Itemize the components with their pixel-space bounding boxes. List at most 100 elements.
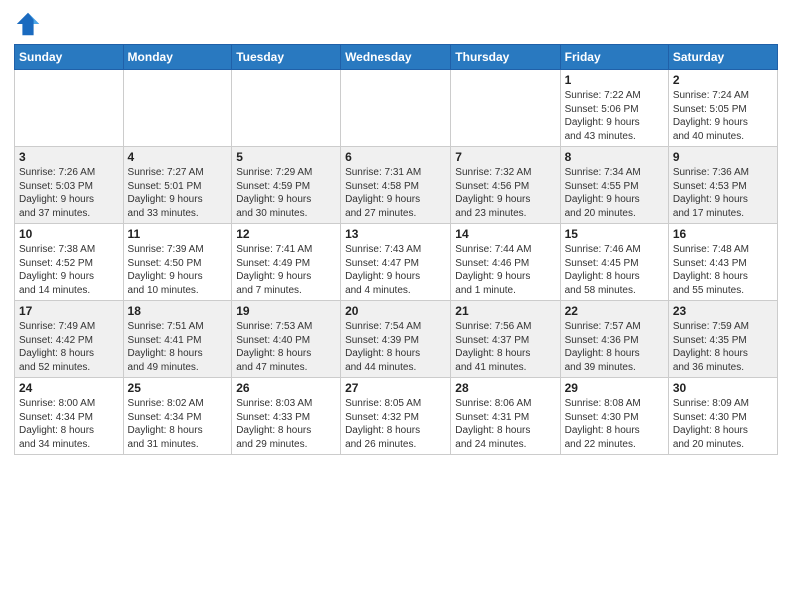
day-number: 24 (19, 381, 119, 395)
day-info: Sunrise: 7:43 AM Sunset: 4:47 PM Dayligh… (345, 243, 446, 297)
calendar-cell: 1 Sunrise: 7:22 AM Sunset: 5:06 PM Daylig… (560, 70, 668, 147)
day-info: Sunrise: 7:56 AM Sunset: 4:37 PM Dayligh… (455, 320, 555, 374)
calendar-cell: 30 Sunrise: 8:09 AM Sunset: 4:30 PM Dayli… (668, 378, 777, 455)
day-number: 28 (455, 381, 555, 395)
weekday-friday: Friday (560, 45, 668, 70)
calendar-cell: 17 Sunrise: 7:49 AM Sunset: 4:42 PM Dayli… (15, 301, 124, 378)
calendar-cell: 9 Sunrise: 7:36 AM Sunset: 4:53 PM Daylig… (668, 147, 777, 224)
day-info: Sunrise: 7:41 AM Sunset: 4:49 PM Dayligh… (236, 243, 336, 297)
calendar-cell (451, 70, 560, 147)
day-info: Sunrise: 8:00 AM Sunset: 4:34 PM Dayligh… (19, 397, 119, 451)
day-info: Sunrise: 7:32 AM Sunset: 4:56 PM Dayligh… (455, 166, 555, 220)
calendar-cell (232, 70, 341, 147)
calendar-cell: 16 Sunrise: 7:48 AM Sunset: 4:43 PM Dayli… (668, 224, 777, 301)
calendar-cell (15, 70, 124, 147)
day-number: 7 (455, 150, 555, 164)
calendar-cell: 4 Sunrise: 7:27 AM Sunset: 5:01 PM Daylig… (123, 147, 232, 224)
day-number: 23 (673, 304, 773, 318)
weekday-monday: Monday (123, 45, 232, 70)
calendar-row-4: 24 Sunrise: 8:00 AM Sunset: 4:34 PM Dayli… (15, 378, 778, 455)
day-info: Sunrise: 7:27 AM Sunset: 5:01 PM Dayligh… (128, 166, 228, 220)
day-number: 6 (345, 150, 446, 164)
calendar-cell: 20 Sunrise: 7:54 AM Sunset: 4:39 PM Dayli… (341, 301, 451, 378)
day-number: 3 (19, 150, 119, 164)
calendar-row-3: 17 Sunrise: 7:49 AM Sunset: 4:42 PM Dayli… (15, 301, 778, 378)
day-number: 20 (345, 304, 446, 318)
day-number: 9 (673, 150, 773, 164)
day-info: Sunrise: 8:05 AM Sunset: 4:32 PM Dayligh… (345, 397, 446, 451)
day-info: Sunrise: 7:31 AM Sunset: 4:58 PM Dayligh… (345, 166, 446, 220)
calendar-cell: 25Sunrise: 8:02 AM Sunset: 4:34 PM Dayli… (123, 378, 232, 455)
calendar-row-1: 3Sunrise: 7:26 AM Sunset: 5:03 PM Daylig… (15, 147, 778, 224)
day-number: 19 (236, 304, 336, 318)
day-number: 8 (565, 150, 664, 164)
day-number: 14 (455, 227, 555, 241)
day-info: Sunrise: 7:29 AM Sunset: 4:59 PM Dayligh… (236, 166, 336, 220)
calendar-cell: 24 Sunrise: 8:00 AM Sunset: 4:34 PM Dayli… (15, 378, 124, 455)
day-number: 1 (565, 73, 664, 87)
calendar: SundayMondayTuesdayWednesdayThursdayFrid… (14, 44, 778, 455)
day-info: Sunrise: 7:22 AM Sunset: 5:06 PM Dayligh… (565, 89, 664, 143)
day-info: Sunrise: 7:49 AM Sunset: 4:42 PM Dayligh… (19, 320, 119, 374)
day-info: Sunrise: 8:03 AM Sunset: 4:33 PM Dayligh… (236, 397, 336, 451)
day-number: 2 (673, 73, 773, 87)
day-info: Sunrise: 7:54 AM Sunset: 4:39 PM Dayligh… (345, 320, 446, 374)
page: SundayMondayTuesdayWednesdayThursdayFrid… (0, 0, 792, 612)
calendar-cell: 18 Sunrise: 7:51 AM Sunset: 4:41 PM Dayli… (123, 301, 232, 378)
weekday-tuesday: Tuesday (232, 45, 341, 70)
calendar-cell: 7 Sunrise: 7:32 AM Sunset: 4:56 PM Daylig… (451, 147, 560, 224)
calendar-cell: 8 Sunrise: 7:34 AM Sunset: 4:55 PM Daylig… (560, 147, 668, 224)
day-info: Sunrise: 7:24 AM Sunset: 5:05 PM Dayligh… (673, 89, 773, 143)
calendar-cell: 19Sunrise: 7:53 AM Sunset: 4:40 PM Dayli… (232, 301, 341, 378)
day-number: 4 (128, 150, 228, 164)
calendar-cell: 15 Sunrise: 7:46 AM Sunset: 4:45 PM Dayli… (560, 224, 668, 301)
day-number: 12 (236, 227, 336, 241)
weekday-wednesday: Wednesday (341, 45, 451, 70)
day-number: 30 (673, 381, 773, 395)
day-info: Sunrise: 7:51 AM Sunset: 4:41 PM Dayligh… (128, 320, 228, 374)
calendar-cell: 2 Sunrise: 7:24 AM Sunset: 5:05 PM Daylig… (668, 70, 777, 147)
calendar-row-2: 10 Sunrise: 7:38 AM Sunset: 4:52 PM Dayli… (15, 224, 778, 301)
calendar-cell: 14 Sunrise: 7:44 AM Sunset: 4:46 PM Dayli… (451, 224, 560, 301)
calendar-cell: 3Sunrise: 7:26 AM Sunset: 5:03 PM Daylig… (15, 147, 124, 224)
day-info: Sunrise: 7:39 AM Sunset: 4:50 PM Dayligh… (128, 243, 228, 297)
header (14, 10, 778, 38)
day-number: 26 (236, 381, 336, 395)
calendar-cell: 12 Sunrise: 7:41 AM Sunset: 4:49 PM Dayli… (232, 224, 341, 301)
calendar-row-0: 1 Sunrise: 7:22 AM Sunset: 5:06 PM Daylig… (15, 70, 778, 147)
day-info: Sunrise: 7:46 AM Sunset: 4:45 PM Dayligh… (565, 243, 664, 297)
day-number: 18 (128, 304, 228, 318)
day-number: 15 (565, 227, 664, 241)
weekday-sunday: Sunday (15, 45, 124, 70)
day-number: 25 (128, 381, 228, 395)
weekday-thursday: Thursday (451, 45, 560, 70)
calendar-cell: 11 Sunrise: 7:39 AM Sunset: 4:50 PM Dayli… (123, 224, 232, 301)
calendar-cell (123, 70, 232, 147)
day-info: Sunrise: 8:08 AM Sunset: 4:30 PM Dayligh… (565, 397, 664, 451)
logo (14, 10, 46, 38)
calendar-cell: 28 Sunrise: 8:06 AM Sunset: 4:31 PM Dayli… (451, 378, 560, 455)
calendar-cell: 23 Sunrise: 7:59 AM Sunset: 4:35 PM Dayli… (668, 301, 777, 378)
day-number: 21 (455, 304, 555, 318)
day-number: 11 (128, 227, 228, 241)
calendar-cell (341, 70, 451, 147)
day-info: Sunrise: 8:09 AM Sunset: 4:30 PM Dayligh… (673, 397, 773, 451)
day-info: Sunrise: 7:59 AM Sunset: 4:35 PM Dayligh… (673, 320, 773, 374)
calendar-cell: 6 Sunrise: 7:31 AM Sunset: 4:58 PM Daylig… (341, 147, 451, 224)
day-info: Sunrise: 7:57 AM Sunset: 4:36 PM Dayligh… (565, 320, 664, 374)
day-info: Sunrise: 7:48 AM Sunset: 4:43 PM Dayligh… (673, 243, 773, 297)
weekday-saturday: Saturday (668, 45, 777, 70)
day-number: 16 (673, 227, 773, 241)
day-info: Sunrise: 8:06 AM Sunset: 4:31 PM Dayligh… (455, 397, 555, 451)
day-number: 17 (19, 304, 119, 318)
calendar-cell: 27Sunrise: 8:05 AM Sunset: 4:32 PM Dayli… (341, 378, 451, 455)
day-info: Sunrise: 7:38 AM Sunset: 4:52 PM Dayligh… (19, 243, 119, 297)
calendar-cell: 26 Sunrise: 8:03 AM Sunset: 4:33 PM Dayli… (232, 378, 341, 455)
day-number: 13 (345, 227, 446, 241)
day-info: Sunrise: 7:44 AM Sunset: 4:46 PM Dayligh… (455, 243, 555, 297)
day-number: 22 (565, 304, 664, 318)
calendar-cell: 29Sunrise: 8:08 AM Sunset: 4:30 PM Dayli… (560, 378, 668, 455)
day-info: Sunrise: 7:34 AM Sunset: 4:55 PM Dayligh… (565, 166, 664, 220)
day-number: 10 (19, 227, 119, 241)
day-info: Sunrise: 7:36 AM Sunset: 4:53 PM Dayligh… (673, 166, 773, 220)
